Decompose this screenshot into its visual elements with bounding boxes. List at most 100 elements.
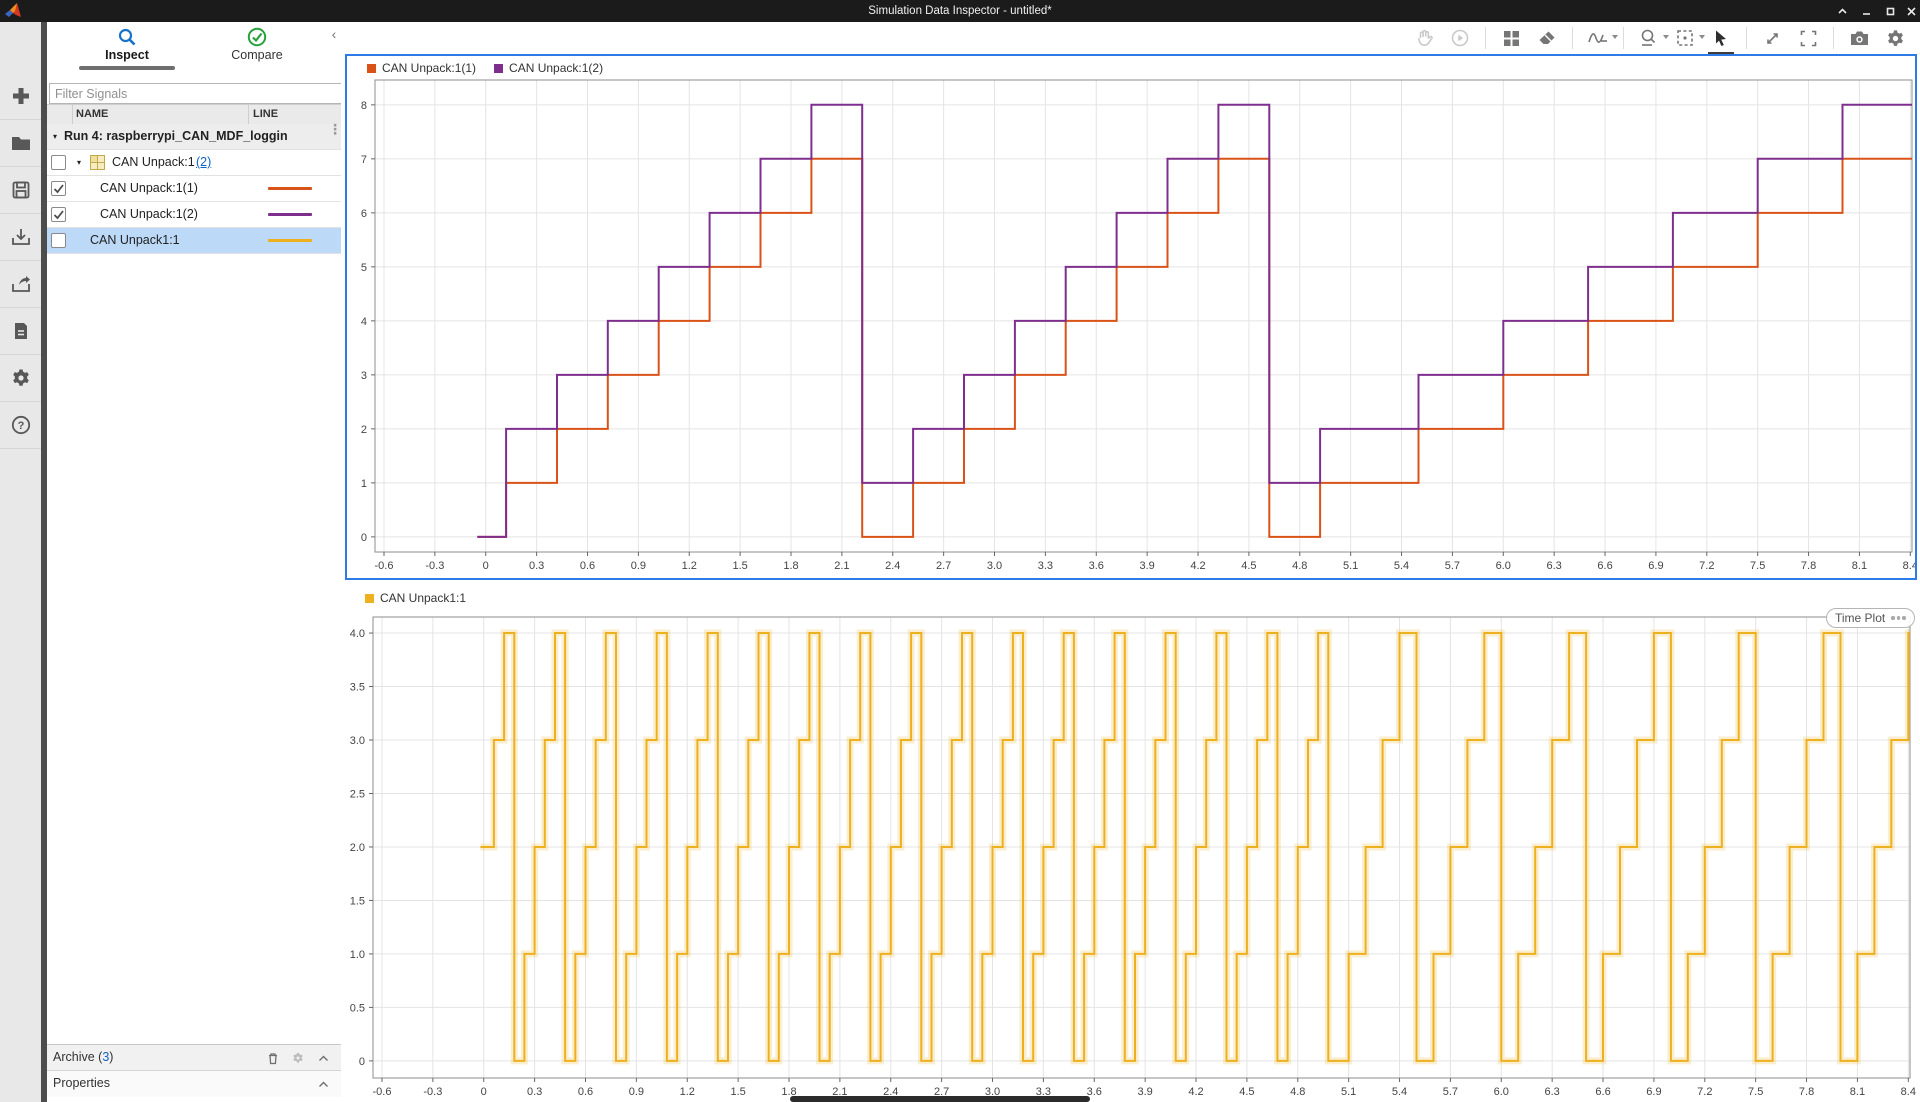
grid-layout-icon (1503, 30, 1520, 47)
properties-collapse-button[interactable] (315, 1077, 331, 1091)
hand-icon (1416, 29, 1433, 47)
badge-menu-icon[interactable] (1891, 616, 1906, 620)
legend-label: CAN Unpack:1(2) (509, 61, 603, 75)
shade-window-button[interactable] (1830, 0, 1854, 22)
report-button[interactable] (0, 307, 41, 355)
plot-type-label: Time Plot (1835, 611, 1885, 625)
folder-icon (11, 135, 31, 151)
save-button[interactable] (0, 166, 41, 214)
svg-text:1.2: 1.2 (680, 1086, 695, 1098)
plot-canvas-bottom[interactable]: -0.6-0.300.30.60.91.21.51.82.12.42.73.03… (345, 586, 1917, 1102)
signal-row-bus[interactable]: ▾ CAN Unpack:1 (2) (47, 150, 341, 176)
bus-checkbox[interactable] (51, 155, 66, 170)
archive-collapse-button[interactable] (315, 1051, 331, 1065)
filter-signals-input[interactable] (49, 83, 349, 104)
svg-text:0: 0 (361, 532, 367, 544)
import-button[interactable] (0, 213, 41, 261)
export-button[interactable] (0, 260, 41, 308)
legend-item[interactable]: CAN Unpack1:1 (365, 591, 466, 605)
dropdown-caret-icon[interactable] (1699, 35, 1705, 39)
signal-row[interactable]: CAN Unpack:1(2) (47, 202, 341, 228)
legend-item[interactable]: CAN Unpack:1(2) (494, 61, 603, 75)
bus-signal-name: CAN Unpack:1 (112, 155, 195, 169)
dropdown-caret-icon[interactable] (1663, 35, 1669, 39)
active-tab-underline (79, 66, 175, 70)
legend-top: CAN Unpack:1(1) CAN Unpack:1(2) (367, 61, 603, 75)
eraser-icon (1538, 30, 1556, 46)
export-icon (11, 275, 31, 293)
properties-section-header[interactable]: Properties (47, 1070, 341, 1097)
column-divider (72, 105, 73, 124)
bus-count-link[interactable]: (2) (196, 155, 211, 169)
cursor-tool-button[interactable] (1710, 27, 1732, 49)
add-button[interactable] (0, 72, 41, 120)
replay-tool-button[interactable] (1449, 27, 1471, 49)
fit-brackets-icon (1800, 30, 1817, 47)
tab-inspect[interactable]: Inspect (67, 24, 187, 68)
close-button[interactable] (1899, 0, 1920, 22)
run-expander-icon[interactable]: ▾ (53, 132, 57, 141)
archive-section-header[interactable]: Archive (3) (47, 1044, 341, 1071)
svg-text:3.6: 3.6 (1089, 560, 1104, 572)
replay-icon (1451, 29, 1469, 47)
dropdown-caret-icon[interactable] (1612, 35, 1618, 39)
plot-canvas-top[interactable]: -0.6-0.300.30.60.91.21.51.82.12.42.73.03… (347, 56, 1915, 578)
svg-text:6.3: 6.3 (1545, 1086, 1560, 1098)
layout-tool-button[interactable] (1500, 27, 1522, 49)
gear-icon (1886, 29, 1905, 48)
pan-tool-button[interactable] (1413, 27, 1435, 49)
visualization-settings-button[interactable] (1884, 27, 1906, 49)
plot-type-badge[interactable]: Time Plot (1826, 608, 1915, 628)
svg-text:6.0: 6.0 (1496, 560, 1511, 572)
svg-text:8.4: 8.4 (1901, 1086, 1916, 1098)
svg-text:1.5: 1.5 (730, 1086, 745, 1098)
clear-plots-button[interactable] (1536, 27, 1558, 49)
svg-text:3.9: 3.9 (1137, 1086, 1152, 1098)
signal-checkbox[interactable] (51, 233, 66, 248)
left-toolbar-rail: ? (0, 22, 41, 1102)
svg-text:6.9: 6.9 (1648, 560, 1663, 572)
svg-text:-0.6: -0.6 (375, 560, 394, 572)
svg-text:0: 0 (359, 1056, 365, 1068)
run-row[interactable]: ▾ Run 4: raspberrypi_CAN_MDF_loggin ⋮ (47, 124, 341, 150)
signal-trace-tool-button[interactable] (1587, 27, 1609, 49)
archive-settings-button[interactable] (290, 1051, 306, 1065)
signal-row-selected[interactable]: CAN Unpack1:1 (47, 228, 341, 254)
check-icon (52, 208, 65, 221)
help-button[interactable]: ? (0, 401, 41, 449)
wave-icon (1588, 30, 1608, 46)
signal-checkbox[interactable] (51, 207, 66, 222)
legend-item[interactable]: CAN Unpack:1(1) (367, 61, 476, 75)
expand-tool-button[interactable] (1761, 27, 1783, 49)
collapse-panel-button[interactable]: ‹ (327, 26, 341, 42)
time-plot-top[interactable]: -0.6-0.300.30.60.91.21.51.82.12.42.73.03… (345, 54, 1917, 580)
chart-area: -0.6-0.300.30.60.91.21.51.82.12.42.73.03… (341, 22, 1920, 1102)
svg-text:0.3: 0.3 (527, 1086, 542, 1098)
marquee-zoom-tool-button[interactable] (1674, 27, 1696, 49)
time-plot-bottom[interactable]: -0.6-0.300.30.60.91.21.51.82.12.42.73.03… (345, 586, 1917, 1102)
svg-text:5.4: 5.4 (1394, 560, 1409, 572)
svg-text:3.0: 3.0 (350, 735, 365, 747)
snapshot-button[interactable] (1848, 27, 1870, 49)
minimize-button[interactable] (1854, 0, 1878, 22)
legend-swatch-icon (367, 64, 376, 73)
tab-compare[interactable]: Compare (197, 24, 317, 68)
open-button[interactable] (0, 119, 41, 167)
bus-signal-icon (90, 155, 105, 170)
svg-text:3: 3 (361, 370, 367, 382)
svg-text:6: 6 (361, 208, 367, 220)
run-menu-button[interactable]: ⋮ (328, 126, 342, 133)
properties-label: Properties (53, 1076, 110, 1090)
signal-row[interactable]: CAN Unpack:1(1) (47, 176, 341, 202)
document-icon (13, 322, 29, 340)
check-icon (52, 182, 65, 195)
zoom-tool-button[interactable] (1638, 27, 1660, 49)
preferences-button[interactable] (0, 354, 41, 402)
fit-to-view-button[interactable] (1797, 27, 1819, 49)
bus-expander-icon[interactable]: ▾ (77, 158, 81, 167)
signal-checkbox[interactable] (51, 181, 66, 196)
archive-delete-button[interactable] (265, 1051, 281, 1065)
horizontal-scrollbar[interactable] (790, 1096, 1090, 1102)
svg-text:5: 5 (361, 262, 367, 274)
svg-text:7.8: 7.8 (1799, 1086, 1814, 1098)
